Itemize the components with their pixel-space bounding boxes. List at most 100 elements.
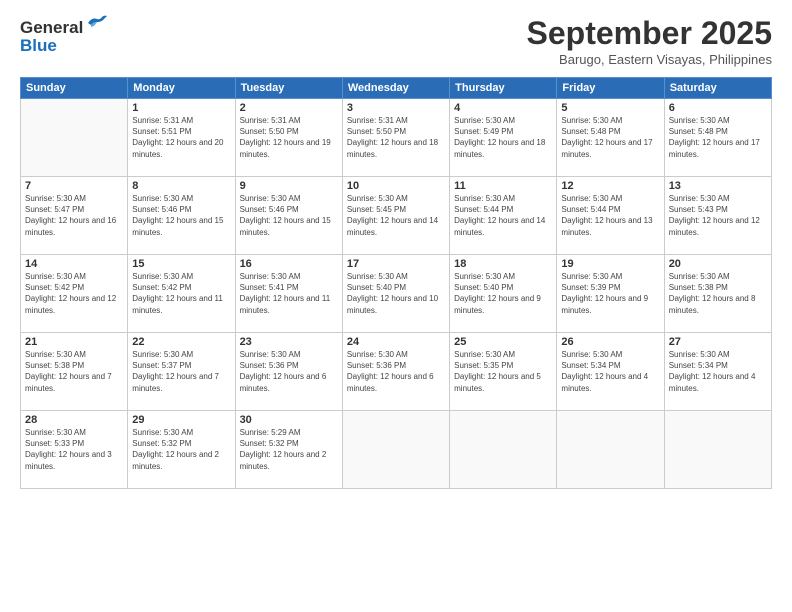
table-row: 6Sunrise: 5:30 AMSunset: 5:48 PMDaylight… <box>664 99 771 177</box>
col-monday: Monday <box>128 78 235 99</box>
day-info: Sunrise: 5:30 AMSunset: 5:46 PMDaylight:… <box>240 193 338 238</box>
table-row: 5Sunrise: 5:30 AMSunset: 5:48 PMDaylight… <box>557 99 664 177</box>
day-info: Sunrise: 5:30 AMSunset: 5:37 PMDaylight:… <box>132 349 230 394</box>
day-info: Sunrise: 5:30 AMSunset: 5:44 PMDaylight:… <box>454 193 552 238</box>
day-number: 19 <box>561 258 659 270</box>
calendar-table: Sunday Monday Tuesday Wednesday Thursday… <box>20 77 772 489</box>
day-info: Sunrise: 5:30 AMSunset: 5:49 PMDaylight:… <box>454 115 552 160</box>
day-info: Sunrise: 5:30 AMSunset: 5:36 PMDaylight:… <box>347 349 445 394</box>
day-number: 3 <box>347 102 445 114</box>
page: General Blue September 2025 Barugo, East… <box>0 0 792 612</box>
table-row: 9Sunrise: 5:30 AMSunset: 5:46 PMDaylight… <box>235 177 342 255</box>
day-number: 22 <box>132 336 230 348</box>
table-row: 12Sunrise: 5:30 AMSunset: 5:44 PMDayligh… <box>557 177 664 255</box>
day-number: 13 <box>669 180 767 192</box>
day-number: 30 <box>240 414 338 426</box>
day-number: 10 <box>347 180 445 192</box>
col-friday: Friday <box>557 78 664 99</box>
day-number: 18 <box>454 258 552 270</box>
col-saturday: Saturday <box>664 78 771 99</box>
table-row <box>21 99 128 177</box>
day-number: 29 <box>132 414 230 426</box>
day-number: 9 <box>240 180 338 192</box>
day-info: Sunrise: 5:30 AMSunset: 5:36 PMDaylight:… <box>240 349 338 394</box>
day-info: Sunrise: 5:30 AMSunset: 5:34 PMDaylight:… <box>669 349 767 394</box>
table-row: 28Sunrise: 5:30 AMSunset: 5:33 PMDayligh… <box>21 411 128 489</box>
day-number: 7 <box>25 180 123 192</box>
day-info: Sunrise: 5:30 AMSunset: 5:42 PMDaylight:… <box>25 271 123 316</box>
day-info: Sunrise: 5:30 AMSunset: 5:39 PMDaylight:… <box>561 271 659 316</box>
day-number: 12 <box>561 180 659 192</box>
table-row: 2Sunrise: 5:31 AMSunset: 5:50 PMDaylight… <box>235 99 342 177</box>
calendar-week-row: 21Sunrise: 5:30 AMSunset: 5:38 PMDayligh… <box>21 333 772 411</box>
day-info: Sunrise: 5:30 AMSunset: 5:38 PMDaylight:… <box>669 271 767 316</box>
calendar-week-row: 7Sunrise: 5:30 AMSunset: 5:47 PMDaylight… <box>21 177 772 255</box>
col-thursday: Thursday <box>450 78 557 99</box>
col-tuesday: Tuesday <box>235 78 342 99</box>
day-info: Sunrise: 5:30 AMSunset: 5:32 PMDaylight:… <box>132 427 230 472</box>
day-info: Sunrise: 5:30 AMSunset: 5:48 PMDaylight:… <box>561 115 659 160</box>
day-number: 1 <box>132 102 230 114</box>
day-number: 8 <box>132 180 230 192</box>
table-row: 19Sunrise: 5:30 AMSunset: 5:39 PMDayligh… <box>557 255 664 333</box>
calendar-header-row: Sunday Monday Tuesday Wednesday Thursday… <box>21 78 772 99</box>
logo: General Blue <box>20 15 108 56</box>
day-info: Sunrise: 5:30 AMSunset: 5:34 PMDaylight:… <box>561 349 659 394</box>
calendar-week-row: 14Sunrise: 5:30 AMSunset: 5:42 PMDayligh… <box>21 255 772 333</box>
day-info: Sunrise: 5:30 AMSunset: 5:38 PMDaylight:… <box>25 349 123 394</box>
col-wednesday: Wednesday <box>342 78 449 99</box>
day-number: 21 <box>25 336 123 348</box>
day-number: 26 <box>561 336 659 348</box>
day-number: 6 <box>669 102 767 114</box>
table-row: 3Sunrise: 5:31 AMSunset: 5:50 PMDaylight… <box>342 99 449 177</box>
day-info: Sunrise: 5:31 AMSunset: 5:51 PMDaylight:… <box>132 115 230 160</box>
day-info: Sunrise: 5:30 AMSunset: 5:43 PMDaylight:… <box>669 193 767 238</box>
day-number: 27 <box>669 336 767 348</box>
logo-bird-icon <box>86 15 108 36</box>
day-number: 23 <box>240 336 338 348</box>
day-number: 24 <box>347 336 445 348</box>
day-info: Sunrise: 5:31 AMSunset: 5:50 PMDaylight:… <box>347 115 445 160</box>
table-row: 8Sunrise: 5:30 AMSunset: 5:46 PMDaylight… <box>128 177 235 255</box>
table-row: 16Sunrise: 5:30 AMSunset: 5:41 PMDayligh… <box>235 255 342 333</box>
table-row <box>664 411 771 489</box>
day-info: Sunrise: 5:30 AMSunset: 5:40 PMDaylight:… <box>347 271 445 316</box>
day-info: Sunrise: 5:29 AMSunset: 5:32 PMDaylight:… <box>240 427 338 472</box>
table-row: 29Sunrise: 5:30 AMSunset: 5:32 PMDayligh… <box>128 411 235 489</box>
table-row: 20Sunrise: 5:30 AMSunset: 5:38 PMDayligh… <box>664 255 771 333</box>
table-row: 26Sunrise: 5:30 AMSunset: 5:34 PMDayligh… <box>557 333 664 411</box>
col-sunday: Sunday <box>21 78 128 99</box>
table-row: 23Sunrise: 5:30 AMSunset: 5:36 PMDayligh… <box>235 333 342 411</box>
day-number: 17 <box>347 258 445 270</box>
day-info: Sunrise: 5:30 AMSunset: 5:47 PMDaylight:… <box>25 193 123 238</box>
day-info: Sunrise: 5:30 AMSunset: 5:42 PMDaylight:… <box>132 271 230 316</box>
day-number: 28 <box>25 414 123 426</box>
day-info: Sunrise: 5:30 AMSunset: 5:33 PMDaylight:… <box>25 427 123 472</box>
location: Barugo, Eastern Visayas, Philippines <box>527 52 772 67</box>
calendar-week-row: 1Sunrise: 5:31 AMSunset: 5:51 PMDaylight… <box>21 99 772 177</box>
table-row: 11Sunrise: 5:30 AMSunset: 5:44 PMDayligh… <box>450 177 557 255</box>
day-info: Sunrise: 5:30 AMSunset: 5:41 PMDaylight:… <box>240 271 338 316</box>
day-info: Sunrise: 5:30 AMSunset: 5:46 PMDaylight:… <box>132 193 230 238</box>
table-row: 17Sunrise: 5:30 AMSunset: 5:40 PMDayligh… <box>342 255 449 333</box>
day-number: 11 <box>454 180 552 192</box>
day-info: Sunrise: 5:30 AMSunset: 5:35 PMDaylight:… <box>454 349 552 394</box>
day-number: 14 <box>25 258 123 270</box>
table-row <box>450 411 557 489</box>
day-number: 16 <box>240 258 338 270</box>
table-row: 7Sunrise: 5:30 AMSunset: 5:47 PMDaylight… <box>21 177 128 255</box>
day-number: 25 <box>454 336 552 348</box>
day-info: Sunrise: 5:30 AMSunset: 5:44 PMDaylight:… <box>561 193 659 238</box>
logo-blue: Blue <box>20 36 57 56</box>
table-row: 25Sunrise: 5:30 AMSunset: 5:35 PMDayligh… <box>450 333 557 411</box>
day-info: Sunrise: 5:30 AMSunset: 5:45 PMDaylight:… <box>347 193 445 238</box>
day-number: 2 <box>240 102 338 114</box>
table-row: 24Sunrise: 5:30 AMSunset: 5:36 PMDayligh… <box>342 333 449 411</box>
table-row: 22Sunrise: 5:30 AMSunset: 5:37 PMDayligh… <box>128 333 235 411</box>
header: General Blue September 2025 Barugo, East… <box>20 15 772 67</box>
table-row: 18Sunrise: 5:30 AMSunset: 5:40 PMDayligh… <box>450 255 557 333</box>
table-row: 15Sunrise: 5:30 AMSunset: 5:42 PMDayligh… <box>128 255 235 333</box>
month-title: September 2025 <box>527 15 772 52</box>
day-info: Sunrise: 5:31 AMSunset: 5:50 PMDaylight:… <box>240 115 338 160</box>
day-number: 4 <box>454 102 552 114</box>
